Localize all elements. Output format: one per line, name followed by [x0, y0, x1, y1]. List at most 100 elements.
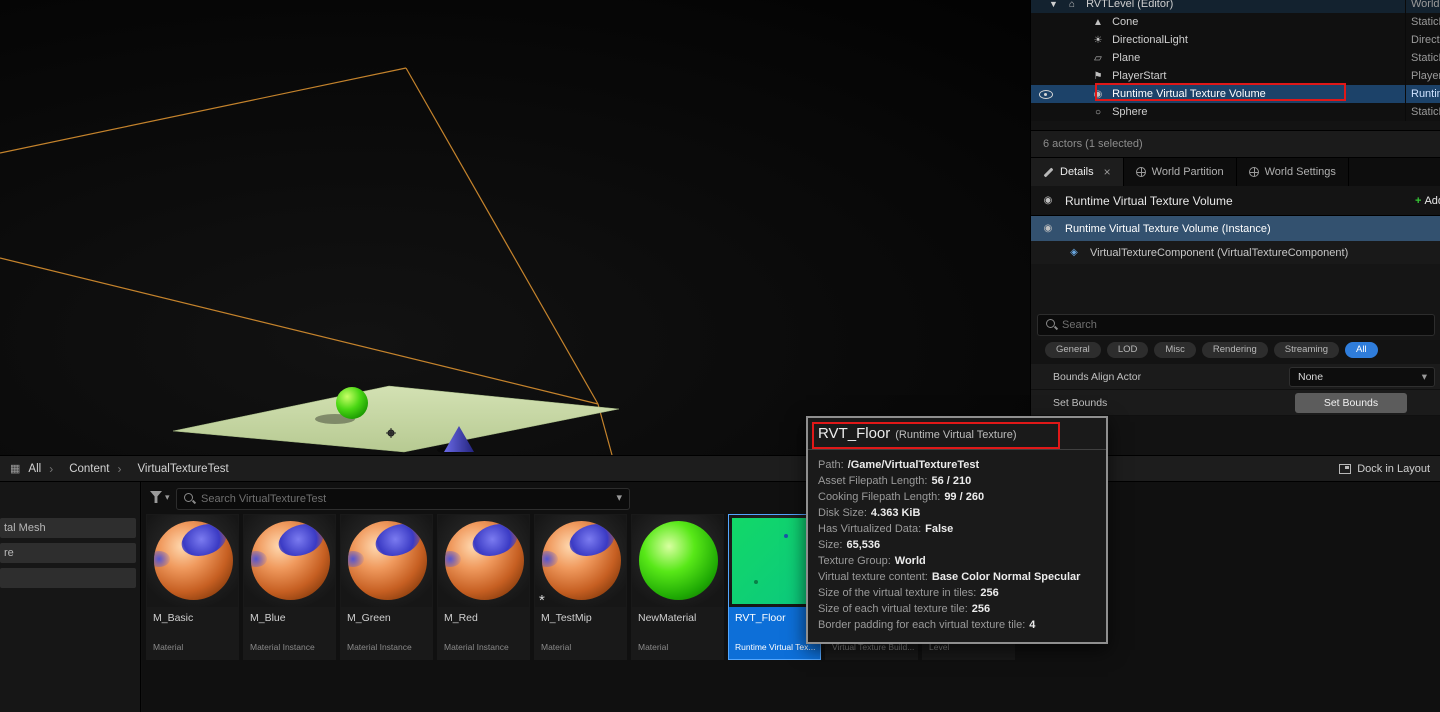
details-tab-bar: Details × World Partition World Settings	[1031, 158, 1440, 186]
details-search-input[interactable]	[1037, 314, 1435, 336]
tooltip-row: Size: 65,536	[818, 539, 881, 551]
outliner-row-rvt-volume-selected[interactable]: Runtime Virtual Texture Volume Runtim	[1031, 85, 1440, 103]
outliner-status-bar: 6 actors (1 selected)	[1031, 130, 1440, 158]
asset-name: M_Red	[444, 612, 478, 624]
details-actor-header: Runtime Virtual Texture Volume Add	[1031, 186, 1440, 216]
unsaved-asterisk-icon	[539, 592, 545, 607]
expand-caret-icon[interactable]	[1049, 0, 1058, 13]
asset-name: M_Basic	[153, 612, 194, 624]
eye-icon[interactable]	[1039, 90, 1053, 99]
asset-type: Runtime Virtual Tex...	[735, 642, 816, 652]
asset-type: Material	[638, 642, 669, 652]
asset-name: NewMaterial	[638, 612, 697, 624]
asset-tile-m-green[interactable]: M_Green Material Instance	[340, 514, 433, 660]
add-button[interactable]: Add	[1415, 191, 1440, 211]
outliner-type: Direct	[1405, 31, 1440, 49]
tooltip-row: Size of each virtual texture tile: 256	[818, 603, 991, 615]
breadcrumb-grid-icon[interactable]	[10, 462, 20, 475]
outliner-row-plane[interactable]: Plane StaticM	[1031, 49, 1440, 67]
material-sphere-thumbnail	[147, 515, 238, 607]
right-panel: RVTLevel (Editor) World Cone StaticM Dir…	[1030, 0, 1440, 455]
component-row-label: VirtualTextureComponent (VirtualTextureC…	[1090, 246, 1349, 259]
viewport-3d[interactable]	[0, 0, 1030, 456]
dock-icon	[1339, 463, 1352, 474]
directional-light-icon	[1091, 32, 1105, 50]
viewport-scene	[0, 0, 1030, 456]
dock-in-layout-button[interactable]: Dock in Layout	[1339, 463, 1430, 475]
filter-chip-rendering[interactable]: Rendering	[1201, 342, 1268, 358]
tooltip-title: RVT_Floor	[818, 425, 891, 442]
asset-tile-m-blue[interactable]: M_Blue Material Instance	[243, 514, 336, 660]
asset-type: Material	[153, 642, 184, 652]
globe-icon	[1135, 167, 1146, 177]
breadcrumb-virtualtexturetest[interactable]: VirtualTextureTest	[137, 463, 244, 475]
details-filter-chips: General LOD Misc Rendering Streaming All	[1031, 340, 1440, 364]
tooltip-row: Asset Filepath Length: 56 / 210	[818, 475, 972, 487]
outliner-row-cone[interactable]: Cone StaticM	[1031, 13, 1440, 31]
tooltip-rows: Path:/Game/VirtualTextureTest Asset File…	[808, 450, 1106, 642]
content-browser-header: All Content VirtualTextureTest Dock in L…	[0, 456, 1440, 482]
sidebar-item-2[interactable]	[0, 568, 136, 588]
breadcrumb-content[interactable]: Content	[69, 462, 129, 476]
outliner-label: Sphere	[1112, 106, 1148, 118]
tab-label: World Settings	[1264, 166, 1336, 178]
component-row-instance[interactable]: Runtime Virtual Texture Volume (Instance…	[1031, 216, 1440, 241]
content-search-input[interactable]	[176, 488, 630, 510]
material-sphere-thumbnail	[244, 515, 335, 607]
asset-tile-m-testmip[interactable]: M_TestMip Material	[534, 514, 627, 660]
asset-type: Level	[929, 642, 950, 652]
filter-chip-lod[interactable]: LOD	[1106, 342, 1149, 358]
component-row-virtualtexture[interactable]: VirtualTextureComponent (VirtualTextureC…	[1031, 241, 1440, 264]
tooltip-row: Disk Size: 4.363 KiB	[818, 507, 921, 519]
search-icon	[1045, 318, 1058, 331]
filter-chip-misc[interactable]: Misc	[1154, 342, 1196, 358]
rvt-volume-icon	[1041, 223, 1055, 234]
filter-button[interactable]	[150, 491, 170, 503]
asset-tile-m-red[interactable]: M_Red Material Instance	[437, 514, 530, 660]
asset-name: M_Blue	[250, 612, 286, 624]
player-start-icon	[1091, 68, 1105, 86]
component-tree-blank	[1031, 264, 1440, 310]
rvt-volume-icon	[1041, 195, 1055, 206]
outliner-label: RVTLevel (Editor)	[1086, 0, 1174, 10]
tab-world-partition[interactable]: World Partition	[1124, 158, 1237, 186]
asset-tile-newmaterial[interactable]: NewMaterial Material	[631, 514, 724, 660]
outliner-row-playerstart[interactable]: PlayerStart Player	[1031, 67, 1440, 85]
tooltip-title-block: RVT_Floor (Runtime Virtual Texture)	[808, 418, 1106, 450]
asset-type: Material	[541, 642, 572, 652]
material-sphere-thumbnail	[438, 515, 529, 607]
details-search-row	[1031, 310, 1440, 340]
sidebar-item-0[interactable]: tal Mesh	[0, 518, 136, 538]
tab-world-settings[interactable]: World Settings	[1237, 158, 1349, 186]
breadcrumb-all[interactable]: All	[28, 462, 61, 476]
outliner-row-directionallight[interactable]: DirectionalLight Direct	[1031, 31, 1440, 49]
rvt-volume-icon	[1091, 86, 1105, 104]
outliner-row-sphere[interactable]: Sphere StaticM	[1031, 103, 1440, 121]
asset-tile-m-basic[interactable]: M_Basic Material	[146, 514, 239, 660]
green-sphere-mesh[interactable]	[336, 387, 368, 419]
cone-icon	[1091, 14, 1105, 32]
outliner-label: DirectionalLight	[1112, 34, 1188, 46]
bounds-align-actor-dropdown[interactable]: None	[1289, 367, 1435, 387]
search-icon	[183, 492, 196, 505]
pencil-icon	[1043, 167, 1054, 178]
set-bounds-button[interactable]: Set Bounds	[1295, 393, 1407, 413]
chevron-down-icon[interactable]	[616, 491, 622, 504]
asset-name: M_Green	[347, 612, 391, 624]
close-icon[interactable]: ×	[1104, 165, 1111, 179]
sidebar-item-1[interactable]: re	[0, 543, 136, 563]
filter-chip-streaming[interactable]: Streaming	[1273, 342, 1340, 358]
filter-chip-general[interactable]: General	[1045, 342, 1101, 358]
content-browser: All Content VirtualTextureTest Dock in L…	[0, 455, 1440, 712]
asset-type: Virtual Texture Build...	[832, 642, 915, 652]
chevron-down-icon	[165, 492, 170, 503]
tooltip-row: Path:/Game/VirtualTextureTest	[818, 459, 980, 471]
filter-chip-all[interactable]: All	[1345, 342, 1378, 358]
outliner-type: Player	[1405, 67, 1440, 85]
tab-details[interactable]: Details ×	[1031, 158, 1124, 186]
outliner-row-level[interactable]: RVTLevel (Editor) World	[1031, 0, 1440, 13]
actor-title: Runtime Virtual Texture Volume	[1065, 193, 1233, 208]
tooltip-row: Size of the virtual texture in tiles: 256	[818, 587, 999, 599]
asset-type: Material Instance	[444, 642, 509, 652]
tab-label: Details	[1060, 166, 1094, 178]
